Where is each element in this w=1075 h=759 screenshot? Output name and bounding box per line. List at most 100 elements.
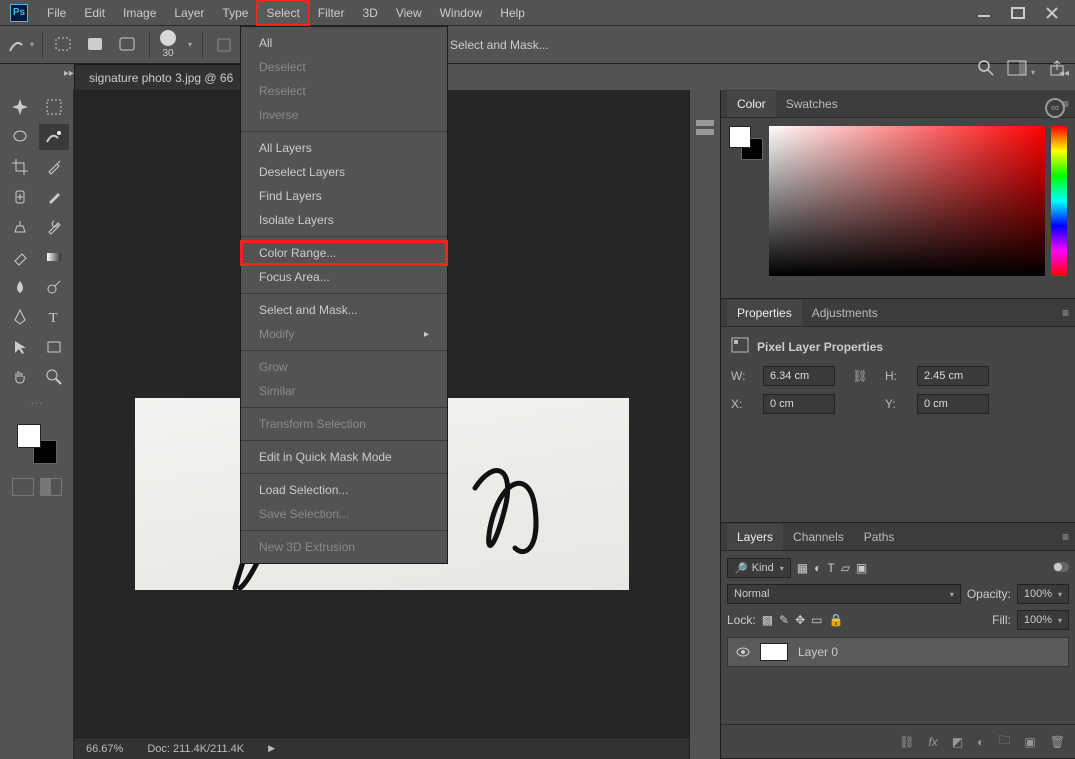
lock-all-icon[interactable]: 🔒: [829, 613, 844, 627]
pen-tool[interactable]: [5, 304, 35, 330]
tool-preset-icon[interactable]: ▾: [10, 34, 32, 56]
menu-item-focus-area[interactable]: Focus Area...: [241, 265, 447, 289]
menu-edit[interactable]: Edit: [75, 1, 114, 25]
menu-item-load-selection[interactable]: Load Selection...: [241, 478, 447, 502]
lock-transparency-icon[interactable]: ▩: [762, 613, 773, 627]
adjustment-layer-icon[interactable]: ◐: [977, 735, 984, 749]
menu-help[interactable]: Help: [491, 1, 534, 25]
select-and-mask-button[interactable]: Select and Mask...: [450, 38, 549, 52]
workspace-switcher-icon[interactable]: ▾: [1008, 61, 1035, 78]
brush-size-preview-icon[interactable]: [160, 30, 176, 46]
history-brush-tool[interactable]: [39, 214, 69, 240]
menu-layer[interactable]: Layer: [165, 1, 213, 25]
panel-tab-layers[interactable]: Layers: [727, 524, 783, 550]
color-fg-bg-swatch[interactable]: [729, 126, 763, 160]
prop-y-field[interactable]: 0 cm: [917, 394, 989, 414]
screen-mode-toggle[interactable]: [40, 478, 62, 496]
menu-item-select-and-mask[interactable]: Select and Mask...: [241, 298, 447, 322]
path-selection-tool[interactable]: [5, 334, 35, 360]
brush-tool[interactable]: [39, 184, 69, 210]
menu-select[interactable]: Select: [257, 1, 308, 25]
menu-item-deselect-layers[interactable]: Deselect Layers: [241, 160, 447, 184]
menu-filter[interactable]: Filter: [309, 1, 354, 25]
panel-tab-paths[interactable]: Paths: [854, 524, 905, 550]
link-layers-icon[interactable]: ⛓: [899, 735, 914, 749]
eraser-tool[interactable]: [5, 244, 35, 270]
menu-image[interactable]: Image: [114, 1, 165, 25]
collapse-panels-icon[interactable]: ◂◂: [1059, 68, 1069, 79]
quick-selection-tool[interactable]: [39, 124, 69, 150]
filter-pixel-icon[interactable]: ▦: [797, 561, 808, 575]
prop-x-field[interactable]: 0 cm: [763, 394, 835, 414]
window-maximize-button[interactable]: [1011, 7, 1025, 19]
delete-layer-icon[interactable]: 🗑: [1050, 735, 1065, 749]
color-field-picker[interactable]: [769, 126, 1045, 276]
layer-group-icon[interactable]: 🗀: [998, 731, 1010, 752]
move-tool[interactable]: [5, 94, 35, 120]
healing-brush-tool[interactable]: [5, 184, 35, 210]
dodge-tool[interactable]: [39, 274, 69, 300]
zoom-tool[interactable]: [39, 364, 69, 390]
quick-mask-toggle[interactable]: [12, 478, 34, 496]
menu-view[interactable]: View: [387, 1, 431, 25]
menu-file[interactable]: File: [38, 1, 75, 25]
menu-window[interactable]: Window: [431, 1, 492, 25]
lock-pixels-icon[interactable]: ✎: [779, 613, 789, 627]
panel-tab-swatches[interactable]: Swatches: [776, 91, 848, 117]
lock-position-icon[interactable]: ✥: [795, 613, 805, 627]
opacity-field[interactable]: 100%▾: [1017, 584, 1069, 604]
menu-item-all[interactable]: All: [241, 31, 447, 55]
lasso-tool[interactable]: [5, 124, 35, 150]
layer-name[interactable]: Layer 0: [798, 645, 838, 659]
menu-item-edit-in-quick-mask-mode[interactable]: Edit in Quick Mask Mode: [241, 445, 447, 469]
layer-filter-kind-select[interactable]: 🔎Kind▾: [727, 558, 791, 578]
sample-all-layers-checkbox[interactable]: [213, 34, 235, 56]
link-wh-icon[interactable]: ⛓: [849, 369, 871, 383]
quick-select-new-icon[interactable]: [53, 34, 75, 56]
status-chevron-icon[interactable]: ▶: [268, 743, 275, 754]
prop-height-field[interactable]: 2.45 cm: [917, 366, 989, 386]
panel-menu-icon[interactable]: ≡: [1062, 306, 1069, 320]
lock-artboard-icon[interactable]: ▭: [811, 613, 822, 627]
panel-collapsed-icon[interactable]: [696, 120, 714, 139]
window-close-button[interactable]: [1045, 7, 1059, 19]
layer-mask-icon[interactable]: ◩: [952, 735, 963, 749]
gradient-tool[interactable]: [39, 244, 69, 270]
window-minimize-button[interactable]: [977, 7, 991, 19]
quick-select-subtract-icon[interactable]: [117, 34, 139, 56]
filter-shape-icon[interactable]: ▱: [841, 561, 850, 575]
filter-smart-icon[interactable]: ▣: [856, 561, 867, 575]
menu-item-find-layers[interactable]: Find Layers: [241, 184, 447, 208]
filter-type-icon[interactable]: T: [827, 561, 834, 575]
filter-toggle-switch[interactable]: [1053, 561, 1069, 575]
layer-item[interactable]: Layer 0: [727, 637, 1069, 667]
eyedropper-tool[interactable]: [39, 154, 69, 180]
layer-visibility-icon[interactable]: [736, 645, 750, 659]
creative-cloud-icon[interactable]: ∞: [1045, 98, 1065, 118]
layer-fx-icon[interactable]: fx: [928, 735, 937, 749]
menu-3d[interactable]: 3D: [353, 1, 386, 25]
collapse-toolbox-icon[interactable]: ▸▸: [64, 68, 74, 79]
prop-width-field[interactable]: 6.34 cm: [763, 366, 835, 386]
panel-tab-adjustments[interactable]: Adjustments: [802, 300, 888, 326]
type-tool[interactable]: T: [39, 304, 69, 330]
menu-item-all-layers[interactable]: All Layers: [241, 136, 447, 160]
panel-tab-properties[interactable]: Properties: [727, 300, 802, 326]
crop-tool[interactable]: [5, 154, 35, 180]
panel-menu-icon[interactable]: ≡: [1062, 530, 1069, 544]
fill-field[interactable]: 100%▾: [1017, 610, 1069, 630]
search-icon[interactable]: [978, 60, 994, 79]
hand-tool[interactable]: [5, 364, 35, 390]
menu-item-color-range[interactable]: Color Range...: [241, 241, 447, 265]
brush-picker-chevron-icon[interactable]: ▾: [188, 40, 192, 49]
panel-tab-color[interactable]: Color: [727, 91, 776, 117]
blur-tool[interactable]: [5, 274, 35, 300]
quick-select-add-icon[interactable]: [85, 34, 107, 56]
marquee-tool[interactable]: [39, 94, 69, 120]
clone-stamp-tool[interactable]: [5, 214, 35, 240]
new-layer-icon[interactable]: ▣: [1024, 735, 1035, 749]
foreground-background-swatch[interactable]: [17, 424, 57, 464]
blend-mode-select[interactable]: Normal▾: [727, 584, 961, 604]
menu-type[interactable]: Type: [213, 1, 257, 25]
document-tab[interactable]: signature photo 3.jpg @ 66 ×: [74, 64, 265, 90]
